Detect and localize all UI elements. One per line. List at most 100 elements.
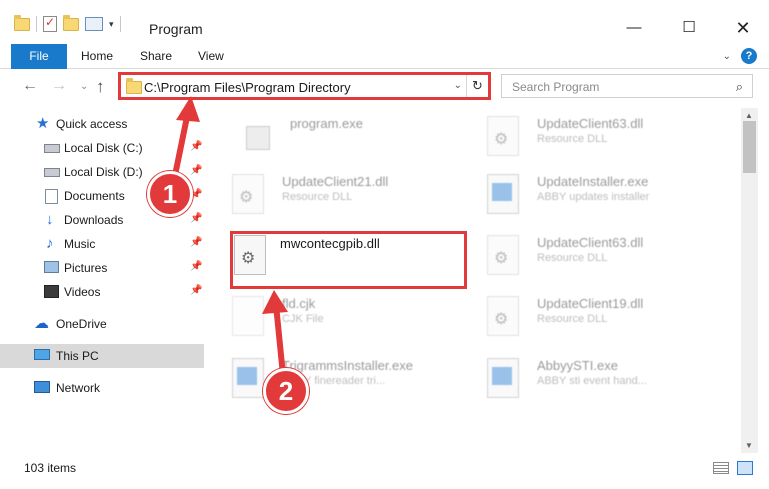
sidebar-item-videos[interactable]: Videos 📌 (0, 280, 204, 304)
file-name: UpdateInstaller.exe (537, 174, 649, 189)
tab-share[interactable]: Share (140, 44, 172, 69)
computer-icon (34, 349, 50, 360)
file-description: Resource DLL (537, 133, 608, 145)
navigation-bar: ← → ⌄ ↑ C:\Program Files\Program Directo… (0, 69, 769, 105)
step-2-badge: 2 (263, 368, 309, 414)
pin-icon[interactable]: 📌 (190, 141, 202, 152)
address-dropdown-icon[interactable]: ⌄ (454, 80, 462, 91)
sidebar-item-label: Downloads (64, 213, 124, 227)
new-folder-icon[interactable] (63, 14, 79, 31)
close-button[interactable]: ✕ (733, 18, 753, 38)
up-button[interactable]: ↑ (96, 77, 105, 97)
list-item[interactable]: AbbyySTI.exe ABBY sti event hand... (461, 350, 701, 406)
ribbon-tabs: File Home Share View ⌄ ? (0, 44, 769, 69)
tab-home[interactable]: Home (81, 44, 113, 69)
minimize-button[interactable]: — (624, 18, 644, 38)
status-bar: 103 items (0, 453, 769, 489)
navigation-pane: ★ Quick access Local Disk (C:) 📌 Local D… (0, 108, 206, 453)
pin-icon[interactable]: 📌 (190, 165, 202, 176)
videos-icon (44, 285, 59, 298)
file-description: CJK File (282, 313, 324, 325)
pin-icon[interactable]: 📌 (190, 285, 202, 296)
file-name: UpdateClient63.dll (537, 116, 644, 131)
scrollbar-thumb[interactable] (743, 121, 756, 173)
file-name: fld.cjk (282, 296, 316, 311)
music-icon: ♪ (46, 235, 54, 252)
file-description: Resource DLL (537, 313, 608, 325)
customize-icon[interactable] (85, 17, 103, 31)
pin-icon[interactable]: 📌 (190, 261, 202, 272)
pin-icon[interactable]: 📌 (190, 213, 202, 224)
file-name: UpdateClient19.dll (537, 296, 644, 311)
sidebar-item-quick-access[interactable]: ★ Quick access (0, 112, 204, 136)
address-path[interactable]: C:\Program Files\Program Directory (144, 80, 351, 95)
pin-icon[interactable]: 📌 (190, 237, 202, 248)
recent-locations-icon[interactable]: ⌄ (80, 81, 88, 92)
search-input[interactable]: Search Program ⌕ (501, 74, 753, 98)
document-icon (232, 296, 264, 336)
list-item[interactable]: UpdateClient21.dll Resource DLL (206, 166, 446, 222)
list-item[interactable]: UpdateClient19.dll Resource DLL (461, 288, 701, 344)
file-name: program.exe (290, 116, 363, 131)
list-item[interactable]: UpdateInstaller.exe ABBY updates install… (461, 166, 701, 222)
file-description: ABBY sti event hand... (537, 375, 647, 387)
list-item[interactable]: TrigrammsInstaller.exe ABBY finereader t… (206, 350, 446, 406)
cloud-icon: ☁ (34, 315, 49, 332)
sidebar-item-label: Local Disk (C:) (64, 141, 143, 155)
sidebar-item-label: Videos (64, 285, 101, 299)
divider (119, 16, 121, 32)
window-title: Program (149, 21, 203, 37)
sidebar-item-local-disk-c[interactable]: Local Disk (C:) 📌 (0, 136, 204, 160)
sidebar-item-label: This PC (56, 349, 99, 363)
address-bar[interactable]: C:\Program Files\Program Directory ⌄ ↻ (118, 72, 491, 100)
search-placeholder: Search Program (512, 80, 600, 94)
list-item[interactable]: UpdateClient63.dll Resource DLL (461, 227, 701, 283)
file-name: AbbyySTI.exe (537, 358, 618, 373)
pictures-icon (44, 261, 59, 273)
back-button[interactable]: ← (22, 77, 38, 95)
file-name: TrigrammsInstaller.exe (282, 358, 413, 373)
sidebar-item-label: Documents (64, 189, 125, 203)
list-item[interactable]: program.exe (214, 108, 454, 164)
help-icon[interactable]: ? (741, 48, 757, 64)
file-description: ABBY updates installer (537, 191, 650, 203)
search-icon[interactable]: ⌕ (736, 79, 743, 95)
tab-view[interactable]: View (198, 44, 224, 69)
forward-button[interactable]: → (51, 77, 67, 95)
file-name: UpdateClient63.dll (537, 235, 644, 250)
details-view-icon[interactable] (713, 462, 729, 474)
expand-ribbon-icon[interactable]: ⌄ (723, 51, 731, 62)
divider (36, 16, 37, 32)
sidebar-item-label: Network (56, 381, 101, 395)
quick-access-toolbar: ▾ (14, 14, 121, 32)
program-icon (240, 116, 272, 156)
list-item[interactable]: fld.cjk CJK File (206, 288, 446, 344)
large-icons-view-icon[interactable] (737, 461, 753, 475)
sidebar-item-network[interactable]: Network (0, 376, 204, 400)
sidebar-item-onedrive[interactable]: ☁ OneDrive (0, 312, 204, 336)
scroll-up-icon[interactable]: ▲ (745, 111, 753, 120)
item-count: 103 items (24, 461, 77, 475)
vertical-scrollbar[interactable]: ▲ ▼ (741, 108, 758, 453)
sidebar-item-this-pc[interactable]: This PC (0, 344, 204, 368)
maximize-button[interactable]: ☐ (679, 18, 699, 38)
sidebar-item-pictures[interactable]: Pictures 📌 (0, 256, 204, 280)
list-item[interactable]: UpdateClient63.dll Resource DLL (461, 108, 701, 164)
title-bar: ▾ Program — ☐ ✕ (0, 0, 769, 44)
ribbon-controls: ⌄ ? (723, 48, 757, 64)
drive-icon (44, 144, 60, 153)
customize-dropdown-icon[interactable]: ▾ (109, 19, 114, 30)
refresh-button[interactable]: ↻ (466, 75, 488, 97)
tab-file[interactable]: File (11, 44, 67, 69)
drive-icon (44, 168, 60, 177)
exe-file-icon (232, 358, 264, 398)
folder-icon[interactable] (14, 14, 30, 31)
download-icon: ↓ (46, 211, 54, 228)
sidebar-item-music[interactable]: ♪ Music 📌 (0, 232, 204, 256)
scroll-down-icon[interactable]: ▼ (745, 441, 753, 450)
dll-file-icon (487, 235, 519, 275)
sidebar-item-label: Quick access (56, 117, 128, 131)
dll-file-icon (487, 296, 519, 336)
properties-check-icon[interactable] (43, 15, 57, 32)
file-description: Resource DLL (537, 252, 608, 264)
